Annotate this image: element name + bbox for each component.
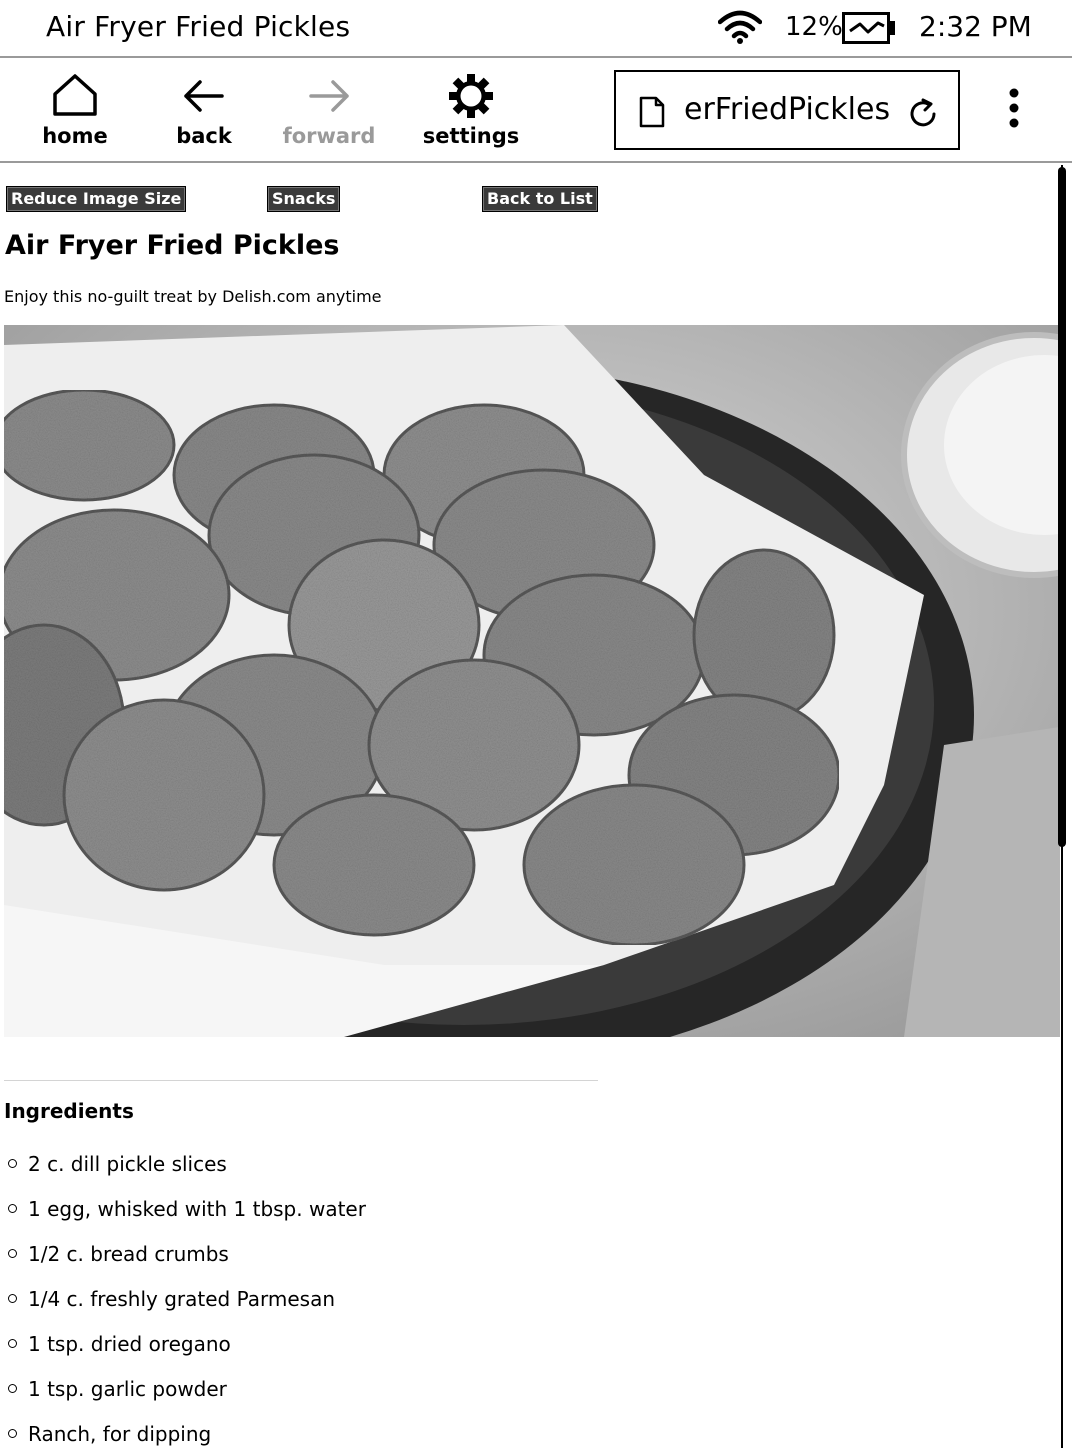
battery-percent: 12% — [785, 12, 843, 42]
scrollbar-thumb[interactable] — [1058, 167, 1066, 847]
ingredient-text: 1/2 c. bread crumbs — [28, 1241, 229, 1266]
ingredient-text: 1/4 c. freshly grated Parmesan — [28, 1286, 336, 1311]
category-snacks-button[interactable]: Snacks — [267, 186, 341, 212]
ingredient-text: 1 egg, whisked with 1 tbsp. water — [28, 1196, 366, 1221]
url-text: erFriedPickles — [684, 92, 891, 127]
ingredients-list: 2 c. dill pickle slices 1 egg, whisked w… — [8, 1141, 366, 1448]
ingredient-text: 1 tsp. garlic powder — [28, 1376, 227, 1401]
battery-charging-icon — [842, 12, 895, 44]
ingredient-item: 2 c. dill pickle slices — [8, 1141, 366, 1186]
ingredient-item: Ranch, for dipping — [8, 1411, 366, 1448]
settings-gear-icon — [449, 74, 493, 118]
reload-icon[interactable] — [906, 97, 940, 131]
ingredients-heading: Ingredients — [4, 1099, 134, 1123]
ingredient-text: 1 tsp. dried oregano — [28, 1331, 231, 1356]
ingredient-item: 1 egg, whisked with 1 tbsp. water — [8, 1186, 366, 1231]
page-icon — [639, 96, 665, 128]
settings-label: settings — [422, 124, 520, 148]
ingredient-text: Ranch, for dipping — [28, 1421, 212, 1446]
bullet-icon — [8, 1339, 17, 1348]
home-label: home — [42, 124, 108, 148]
ingredient-item: 1/4 c. freshly grated Parmesan — [8, 1276, 366, 1321]
back-label: back — [176, 124, 232, 148]
home-icon — [53, 74, 97, 116]
ingredient-item: 1 tsp. dried oregano — [8, 1321, 366, 1366]
forward-arrow-icon — [309, 80, 349, 112]
address-bar[interactable]: erFriedPickles — [614, 70, 960, 150]
settings-button[interactable]: settings — [422, 72, 520, 158]
back-to-list-button[interactable]: Back to List — [482, 186, 598, 212]
ingredient-text: 2 c. dill pickle slices — [28, 1151, 227, 1176]
forward-button[interactable]: forward — [283, 72, 375, 158]
recipe-photo — [4, 325, 1060, 1037]
bullet-icon — [8, 1204, 17, 1213]
bullet-icon — [8, 1429, 17, 1438]
reduce-image-size-button[interactable]: Reduce Image Size — [6, 186, 187, 212]
back-arrow-icon — [184, 80, 224, 112]
wifi-icon — [718, 10, 762, 44]
more-menu-icon[interactable] — [996, 88, 1032, 128]
recipe-subtitle: Enjoy this no-guilt treat by Delish.com … — [4, 287, 382, 306]
bullet-icon — [8, 1294, 17, 1303]
forward-label: forward — [282, 124, 376, 148]
section-divider — [4, 1080, 598, 1081]
home-button[interactable]: home — [35, 72, 115, 158]
status-bar: Air Fryer Fried Pickles 12% 2:32 PM — [0, 0, 1072, 58]
vertical-scrollbar[interactable] — [1058, 165, 1066, 1448]
browser-toolbar: home back forward settings erFriedPickle… — [0, 60, 1072, 163]
page-content: Reduce Image Size Snacks Back to List Ai… — [0, 165, 1060, 1448]
bullet-icon — [8, 1159, 17, 1168]
window-title: Air Fryer Fried Pickles — [46, 10, 351, 43]
clock: 2:32 PM — [919, 10, 1032, 43]
ingredient-item: 1/2 c. bread crumbs — [8, 1231, 366, 1276]
bullet-icon — [8, 1249, 17, 1258]
bullet-icon — [8, 1384, 17, 1393]
recipe-title: Air Fryer Fried Pickles — [5, 230, 340, 261]
back-button[interactable]: back — [164, 72, 244, 158]
ingredient-item: 1 tsp. garlic powder — [8, 1366, 366, 1411]
